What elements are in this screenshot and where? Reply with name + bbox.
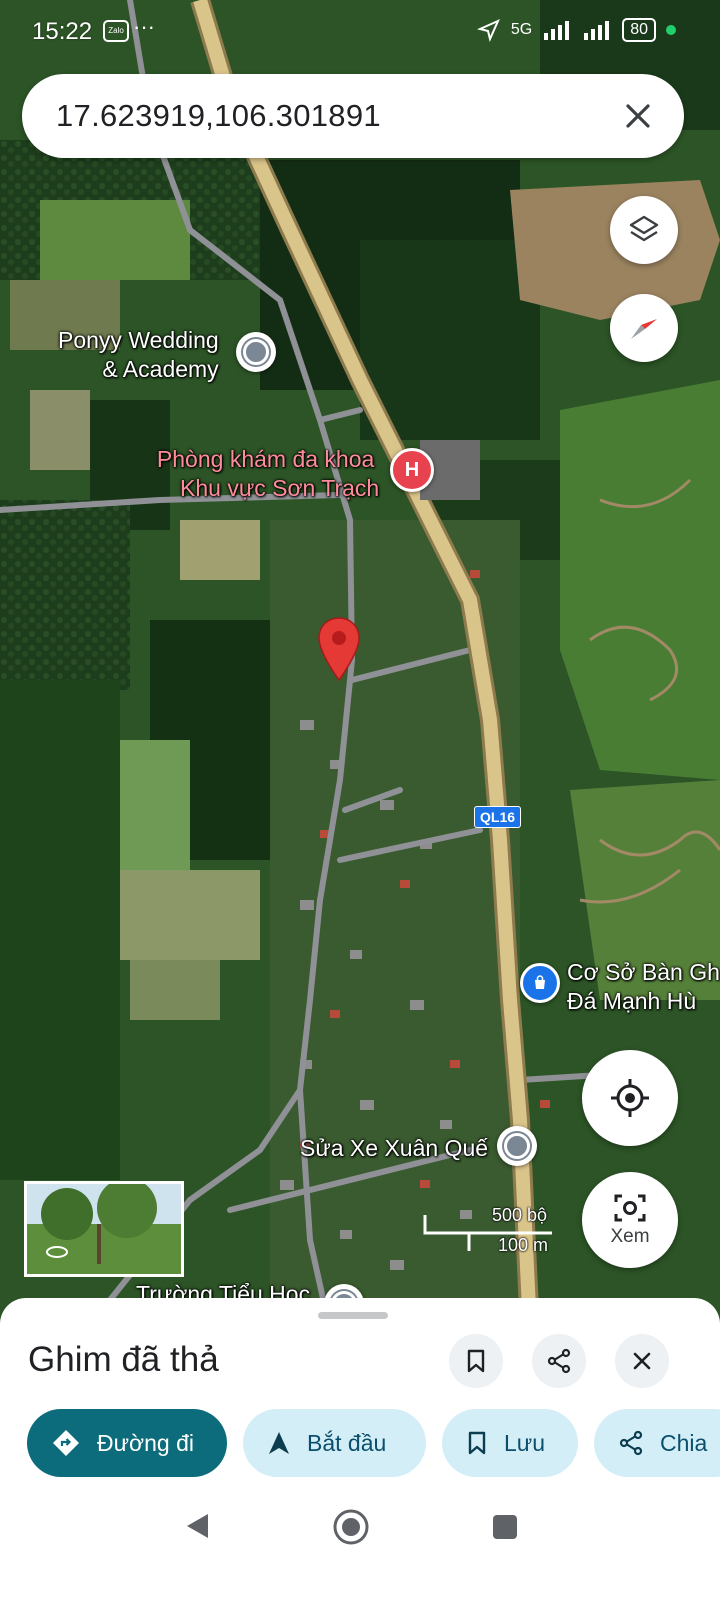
place-title: Ghim đã thả [28, 1340, 219, 1379]
more-notifications-icon: ··· [133, 14, 155, 39]
search-query[interactable]: 17.623919,106.301891 [56, 98, 381, 134]
map-scale: 500 bộ 100 m [422, 1205, 602, 1265]
location-pin-icon[interactable] [236, 332, 276, 372]
street-view-thumbnail[interactable] [24, 1181, 184, 1277]
system-navigation-bar [0, 1486, 720, 1566]
share-label: Chia [660, 1429, 708, 1456]
crosshair-icon [611, 1079, 649, 1117]
layers-icon [629, 215, 659, 242]
shopping-bag-icon[interactable] [520, 963, 560, 1003]
share-button[interactable] [532, 1334, 586, 1388]
clear-search-icon[interactable] [616, 94, 660, 138]
place-label-furniture[interactable]: Cơ Sở Bàn Gh Đá Mạnh Hù [567, 958, 720, 1016]
directions-button[interactable]: Đường đi [27, 1409, 227, 1477]
save-button[interactable]: Lưu [442, 1409, 578, 1477]
location-pin-icon[interactable] [497, 1126, 537, 1166]
home-icon[interactable] [332, 1508, 370, 1546]
close-sheet-button[interactable] [615, 1334, 669, 1388]
recents-icon[interactable] [492, 1514, 518, 1540]
place-label-line: Đá Mạnh Hù [567, 988, 697, 1014]
directions-label: Đường đi [97, 1429, 194, 1456]
bookmark-icon [468, 1431, 486, 1455]
signal-icon [584, 21, 610, 40]
compass-icon [631, 319, 657, 339]
status-bar: 15:22 Zalo ··· 5G 80 [0, 0, 720, 64]
360-rotate-icon [46, 1246, 68, 1258]
location-arrow-icon [476, 19, 500, 42]
compass-button[interactable] [610, 294, 678, 362]
hospital-icon[interactable]: H [390, 448, 434, 492]
place-label-line: & Academy [102, 356, 219, 382]
zalo-notification-icon: Zalo [103, 20, 129, 42]
lens-label: Xem [610, 1226, 650, 1247]
bookmark-icon [467, 1349, 485, 1373]
place-label-line: Khu vực Sơn Trạch [180, 475, 380, 501]
start-label: Bắt đầu [307, 1429, 387, 1456]
share-chip-button[interactable]: Chia [594, 1409, 720, 1477]
directions-icon [53, 1430, 79, 1456]
hospital-marker-letter: H [404, 458, 420, 481]
back-icon[interactable] [184, 1512, 210, 1540]
layers-button[interactable] [610, 196, 678, 264]
camera-lens-icon [614, 1194, 646, 1222]
bookmark-button[interactable] [449, 1334, 503, 1388]
place-label-line: Phòng khám đa khoa [156, 446, 375, 472]
start-button[interactable]: Bắt đầu [243, 1409, 426, 1477]
place-label-line: Ponyy Wedding [58, 327, 219, 353]
place-label-clinic[interactable]: Phòng khám đa khoa Khu vực Sơn Trạch [152, 445, 379, 503]
network-type: 5G [510, 21, 533, 38]
status-time: 15:22 [32, 18, 93, 45]
signal-icon [544, 21, 570, 40]
close-icon [633, 1352, 651, 1370]
navigation-arrow-icon [269, 1432, 289, 1454]
place-label-repair[interactable]: Sửa Xe Xuân Quế [300, 1134, 488, 1163]
my-location-button[interactable] [582, 1050, 678, 1146]
share-icon [619, 1430, 643, 1456]
place-label-line: Cơ Sở Bàn Gh [567, 959, 720, 985]
place-label-ponyy[interactable]: Ponyy Wedding & Academy [58, 326, 219, 384]
place-label-line: Sửa Xe Xuân Quế [300, 1135, 489, 1161]
highway-shield: QL16 [474, 806, 522, 828]
dropped-pin-icon[interactable] [316, 616, 362, 684]
action-chips: Đường đi Bắt đầu Lưu Chia [27, 1409, 720, 1477]
share-icon [547, 1348, 571, 1374]
search-bar[interactable]: 17.623919,106.301891 [22, 74, 684, 158]
battery-icon: 80 [622, 18, 656, 42]
save-label: Lưu [504, 1429, 545, 1456]
privacy-indicator [666, 25, 676, 35]
drag-handle[interactable] [318, 1312, 388, 1319]
lens-view-button[interactable]: Xem [582, 1172, 678, 1268]
